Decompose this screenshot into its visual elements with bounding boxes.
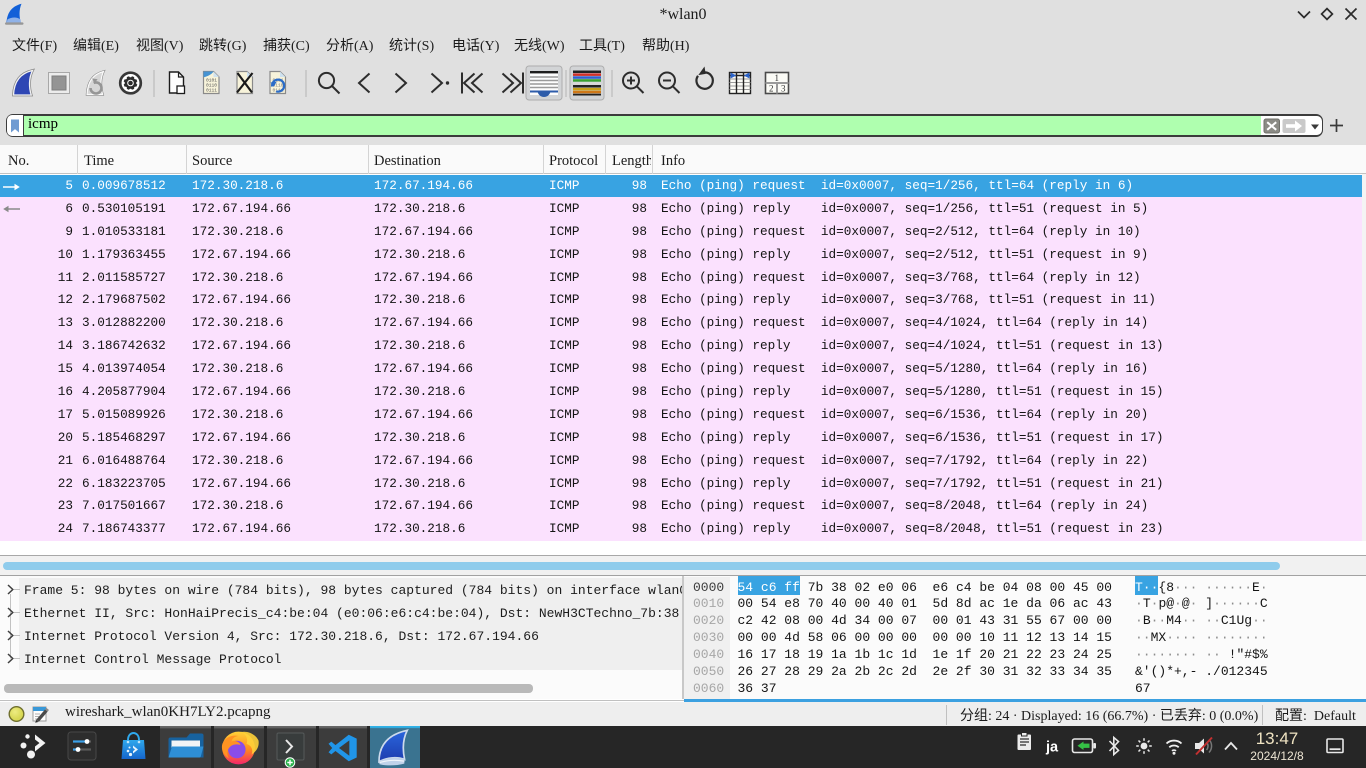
svg-text:0111: 0111 (206, 88, 217, 94)
svg-text:3: 3 (781, 84, 786, 94)
svg-text:ja: ja (1045, 740, 1059, 756)
svg-text:2: 2 (769, 84, 774, 94)
svg-text:1: 1 (775, 73, 780, 83)
